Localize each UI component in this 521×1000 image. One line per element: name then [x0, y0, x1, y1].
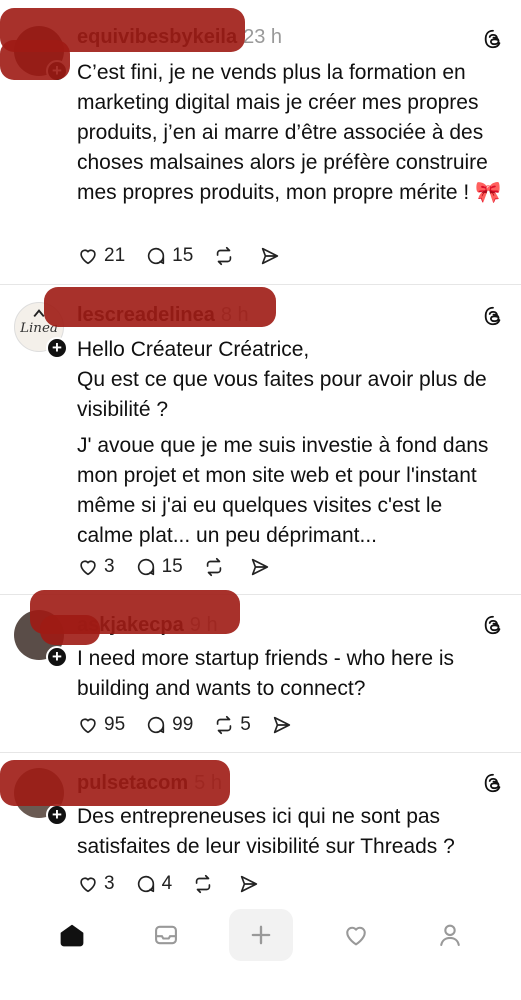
heart-icon: [80, 560, 96, 576]
post-paragraph: C’est fini, je ne vends plus la formatio…: [77, 61, 502, 204]
like-count: 3: [104, 873, 115, 894]
follow-plus-icon[interactable]: +: [46, 804, 68, 826]
reply-count: 15: [172, 245, 194, 266]
post-paragraph: J' avoue que je me suis investie à fond …: [77, 434, 489, 547]
heart-icon: [346, 926, 366, 946]
repost-icon: [195, 874, 211, 894]
repost-count: 5: [240, 714, 251, 735]
plus-icon: [251, 925, 271, 945]
like-count: 3: [104, 556, 115, 577]
reply-icon: [148, 716, 165, 734]
tab-inbox[interactable]: [136, 905, 196, 965]
post-text: Des entrepreneuses ici qui ne sont pas s…: [77, 802, 502, 868]
post-text: Hello Créateur Créatrice, Qu est ce que …: [77, 335, 502, 557]
reply-icon: [148, 247, 165, 265]
post-text: C’est fini, je ne vends plus la formatio…: [77, 58, 502, 214]
like-button[interactable]: 95: [77, 714, 125, 736]
repost-button[interactable]: [203, 556, 229, 578]
post-text: I need more startup friends - who here i…: [77, 644, 502, 710]
reply-button[interactable]: 15: [145, 245, 193, 267]
threads-logo-icon: [484, 773, 501, 793]
heart-icon: [80, 877, 96, 893]
post-time: 23 h: [243, 26, 283, 48]
share-button[interactable]: [249, 556, 275, 578]
repost-button[interactable]: [192, 873, 218, 895]
tab-create[interactable]: [229, 909, 293, 961]
post-paragraph: Hello Créateur Créatrice,: [77, 338, 310, 361]
reply-button[interactable]: 15: [135, 556, 183, 578]
redaction-mark: [0, 760, 230, 806]
reply-count: 99: [172, 714, 194, 735]
tab-profile[interactable]: [420, 905, 480, 965]
post-actions: 3 15: [77, 553, 295, 581]
reply-button[interactable]: 99: [145, 714, 193, 736]
inbox-icon: [155, 925, 177, 945]
repost-icon: [217, 715, 232, 735]
share-icon: [262, 247, 279, 265]
repost-button[interactable]: 5: [213, 714, 251, 736]
home-icon: [60, 924, 84, 947]
repost-button[interactable]: [213, 245, 239, 267]
reply-count: 15: [161, 556, 183, 577]
post-actions: 3 4: [77, 870, 284, 898]
like-count: 21: [104, 245, 126, 266]
tab-activity[interactable]: [326, 905, 386, 965]
redaction-mark: [40, 615, 100, 645]
profile-icon: [440, 924, 460, 946]
repost-icon: [217, 246, 232, 266]
heart-icon: [80, 249, 96, 265]
share-button[interactable]: [271, 714, 297, 736]
reply-count: 4: [161, 873, 173, 894]
share-button[interactable]: [238, 873, 264, 895]
share-button[interactable]: [259, 245, 285, 267]
post-paragraph: Des entrepreneuses ici qui ne sont pas s…: [77, 805, 455, 858]
repost-icon: [206, 557, 221, 577]
follow-plus-icon[interactable]: +: [46, 646, 68, 668]
redaction-mark: [0, 40, 70, 80]
share-icon: [240, 875, 258, 893]
threads-logo-icon: [484, 306, 501, 326]
divider: [0, 752, 521, 753]
reply-icon: [137, 875, 154, 893]
post-paragraph: Qu est ce que vous faites pour avoir plu…: [77, 368, 487, 421]
like-button[interactable]: 3: [77, 556, 115, 578]
post-paragraph: I need more startup friends - who here i…: [77, 647, 455, 700]
threads-logo-icon: [484, 29, 501, 49]
follow-plus-icon[interactable]: +: [46, 337, 68, 359]
redaction-mark: [44, 287, 276, 327]
like-count: 95: [104, 714, 126, 735]
heart-icon: [80, 718, 96, 734]
like-button[interactable]: 3: [77, 873, 115, 895]
post-actions: 21 15: [77, 242, 305, 270]
tab-home[interactable]: [42, 905, 102, 965]
like-button[interactable]: 21: [77, 245, 125, 267]
post-actions: 95 99 5: [77, 711, 317, 739]
threads-logo-icon: [484, 615, 501, 635]
share-icon: [273, 716, 291, 734]
share-icon: [251, 558, 268, 576]
reply-button[interactable]: 4: [135, 873, 173, 895]
bottom-tab-bar: [0, 905, 521, 965]
divider: [0, 284, 521, 285]
reply-icon: [137, 558, 154, 576]
